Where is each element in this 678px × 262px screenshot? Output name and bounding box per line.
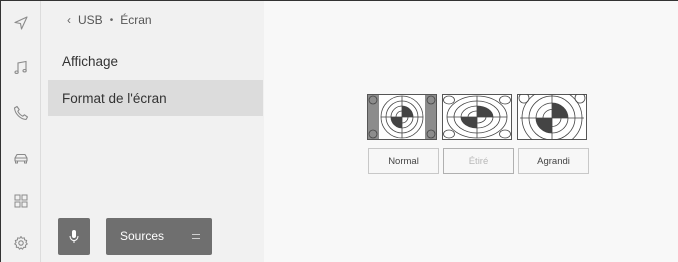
voice-button[interactable] bbox=[58, 218, 90, 255]
chevron-left-icon[interactable]: ‹ bbox=[67, 13, 71, 27]
format-option-label: Agrandi bbox=[537, 155, 570, 167]
phone-icon[interactable] bbox=[11, 103, 31, 123]
test-pattern-stretched-icon bbox=[442, 94, 512, 140]
screen-frame: ‹ USB • Écran Affichage Format de l'écra… bbox=[0, 0, 678, 262]
menu-item-label: Affichage bbox=[62, 53, 119, 69]
format-stretched-button[interactable]: Étiré bbox=[443, 148, 514, 174]
menu-item-label: Format de l'écran bbox=[62, 90, 167, 106]
breadcrumb-separator: • bbox=[109, 14, 114, 26]
menu-panel: ‹ USB • Écran Affichage Format de l'écra… bbox=[41, 1, 264, 262]
format-option-label: Étiré bbox=[468, 155, 489, 167]
format-zoom-button[interactable]: Agrandi bbox=[518, 148, 589, 174]
breadcrumb: ‹ USB • Écran bbox=[67, 13, 152, 27]
format-normal-button[interactable]: Normal bbox=[368, 148, 439, 174]
menu-item-affichage[interactable]: Affichage bbox=[48, 43, 263, 79]
test-pattern-zoomed-icon bbox=[517, 94, 587, 140]
breadcrumb-source[interactable]: USB bbox=[78, 13, 103, 27]
side-nav-rail bbox=[1, 1, 41, 262]
drag-handle-icon bbox=[192, 234, 200, 239]
navigation-icon[interactable] bbox=[11, 13, 31, 33]
car-icon[interactable] bbox=[11, 148, 31, 168]
sources-label: Sources bbox=[120, 229, 165, 243]
test-pattern-normal-icon bbox=[367, 94, 437, 140]
breadcrumb-page: Écran bbox=[120, 13, 152, 27]
apps-icon[interactable] bbox=[11, 191, 31, 211]
format-option-label: Normal bbox=[388, 155, 419, 167]
main-panel: Normal Étiré Agrandi bbox=[264, 1, 678, 262]
sources-button[interactable]: Sources bbox=[106, 218, 212, 255]
settings-icon[interactable] bbox=[11, 233, 31, 253]
music-icon[interactable] bbox=[11, 58, 31, 78]
microphone-icon bbox=[69, 229, 79, 243]
menu-item-format-ecran[interactable]: Format de l'écran bbox=[48, 80, 263, 116]
